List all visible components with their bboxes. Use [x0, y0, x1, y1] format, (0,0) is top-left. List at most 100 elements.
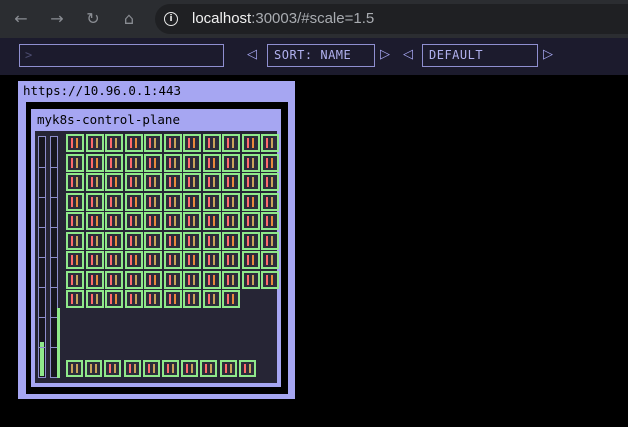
pod-tile[interactable] [202, 212, 221, 230]
pod-tile[interactable] [163, 212, 182, 230]
pod-tile[interactable] [183, 134, 201, 152]
pod-tile[interactable] [124, 270, 143, 289]
pod-tile[interactable] [261, 173, 279, 191]
pod-tile[interactable] [144, 134, 162, 152]
pod-tile[interactable] [85, 192, 104, 211]
pod-tile[interactable] [261, 251, 279, 269]
pod-tile[interactable] [261, 192, 279, 211]
home-icon[interactable]: ⌂ [119, 9, 139, 29]
system-pod-tile[interactable] [162, 360, 179, 377]
system-pod-tile[interactable] [219, 360, 237, 377]
pod-tile[interactable] [85, 153, 104, 172]
pod-tile[interactable] [222, 290, 240, 308]
pod-tile[interactable] [105, 212, 123, 230]
system-pod-tile[interactable] [104, 360, 122, 377]
pod-tile[interactable] [105, 270, 123, 289]
pod-tile[interactable] [105, 153, 123, 172]
pod-tile[interactable] [261, 153, 279, 172]
pod-tile[interactable] [241, 192, 260, 211]
sort-selector[interactable]: SORT: NAME [267, 44, 375, 67]
pod-tile[interactable] [85, 212, 104, 230]
pod-tile[interactable] [85, 173, 104, 191]
pod-tile[interactable] [105, 251, 123, 269]
system-pod-tile[interactable] [142, 360, 160, 377]
pod-tile[interactable] [66, 212, 84, 230]
pod-tile[interactable] [144, 290, 162, 308]
pod-tile[interactable] [183, 251, 201, 269]
pod-tile[interactable] [124, 192, 143, 211]
pod-tile[interactable] [66, 270, 84, 289]
pod-tile[interactable] [66, 153, 84, 172]
pod-tile[interactable] [163, 134, 182, 152]
pod-tile[interactable] [144, 212, 162, 230]
pod-tile[interactable] [241, 270, 260, 289]
pod-tile[interactable] [241, 173, 260, 191]
pod-tile[interactable] [241, 153, 260, 172]
pod-tile[interactable] [124, 173, 143, 191]
pod-tile[interactable] [105, 290, 123, 308]
pod-tile[interactable] [183, 212, 201, 230]
pod-tile[interactable] [105, 231, 123, 250]
pod-tile[interactable] [163, 251, 182, 269]
pod-tile[interactable] [66, 290, 84, 308]
pod-tile[interactable] [105, 173, 123, 191]
pod-tile[interactable] [222, 173, 240, 191]
pod-tile[interactable] [66, 231, 84, 250]
pod-tile[interactable] [144, 270, 162, 289]
system-pod-tile[interactable] [181, 360, 199, 377]
pod-tile[interactable] [105, 134, 123, 152]
pod-tile[interactable] [163, 290, 182, 308]
address-bar[interactable]: i localhost:30003/#scale=1.5 [155, 4, 628, 34]
pod-tile[interactable] [144, 231, 162, 250]
pod-tile[interactable] [105, 192, 123, 211]
filter-input[interactable]: > [19, 44, 224, 67]
pod-tile[interactable] [222, 251, 240, 269]
pod-tile[interactable] [183, 270, 201, 289]
pod-tile[interactable] [241, 251, 260, 269]
pod-tile[interactable] [261, 134, 279, 152]
pod-tile[interactable] [222, 212, 240, 230]
sort-prev-button[interactable]: ◁ [247, 46, 257, 64]
pod-tile[interactable] [144, 192, 162, 211]
pod-tile[interactable] [163, 173, 182, 191]
pod-tile[interactable] [124, 212, 143, 230]
pod-tile[interactable] [202, 270, 221, 289]
pod-tile[interactable] [183, 290, 201, 308]
theme-next-button[interactable]: ▷ [543, 46, 553, 64]
system-pod-tile[interactable] [66, 360, 83, 377]
pod-tile[interactable] [85, 231, 104, 250]
pod-tile[interactable] [183, 231, 201, 250]
pod-tile[interactable] [222, 270, 240, 289]
pod-tile[interactable] [183, 192, 201, 211]
pod-tile[interactable] [85, 134, 104, 152]
pod-tile[interactable] [261, 231, 279, 250]
pod-tile[interactable] [66, 134, 84, 152]
pod-tile[interactable] [241, 134, 260, 152]
reload-icon[interactable]: ↻ [83, 9, 103, 29]
pod-tile[interactable] [202, 134, 221, 152]
pod-tile[interactable] [144, 251, 162, 269]
pod-tile[interactable] [163, 153, 182, 172]
pod-tile[interactable] [202, 173, 221, 191]
pod-tile[interactable] [183, 173, 201, 191]
pod-tile[interactable] [85, 290, 104, 308]
pod-tile[interactable] [222, 153, 240, 172]
pod-tile[interactable] [241, 212, 260, 230]
forward-icon[interactable]: → [47, 9, 67, 29]
pod-tile[interactable] [202, 251, 221, 269]
node-box[interactable]: myk8s-control-plane [31, 109, 281, 387]
pod-tile[interactable] [124, 290, 143, 308]
pod-tile[interactable] [202, 290, 221, 308]
theme-selector[interactable]: DEFAULT [422, 44, 538, 67]
pod-tile[interactable] [261, 270, 279, 289]
system-pod-tile[interactable] [238, 360, 256, 377]
pod-tile[interactable] [222, 192, 240, 211]
pod-tile[interactable] [124, 153, 143, 172]
pod-tile[interactable] [163, 231, 182, 250]
pod-tile[interactable] [222, 231, 240, 250]
pod-tile[interactable] [66, 173, 84, 191]
pod-tile[interactable] [124, 251, 143, 269]
theme-prev-button[interactable]: ◁ [403, 46, 413, 64]
pod-tile[interactable] [85, 251, 104, 269]
pod-tile[interactable] [202, 192, 221, 211]
